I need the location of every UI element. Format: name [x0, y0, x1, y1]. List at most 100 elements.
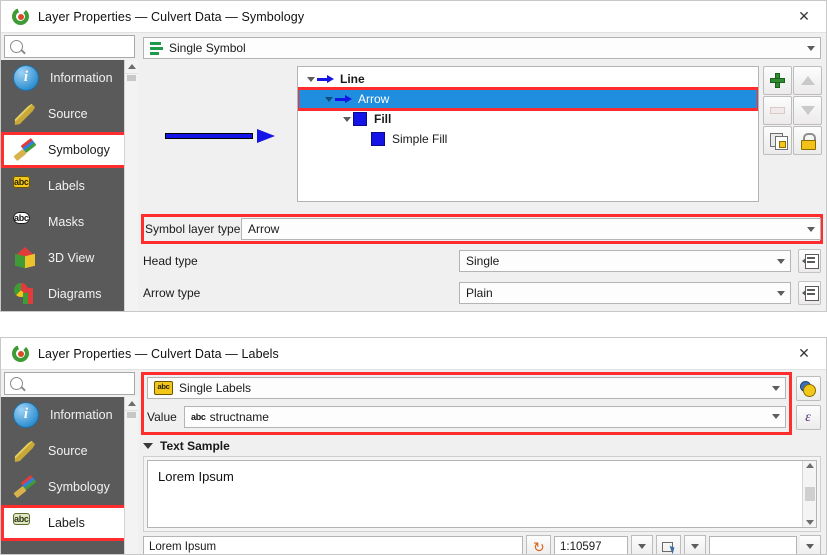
sidebar-item-masks[interactable]: abc Masks: [1, 204, 138, 240]
sidebar-scrollbar[interactable]: [124, 60, 138, 311]
sidebar-item-symbology[interactable]: Symbology: [1, 469, 138, 505]
chevron-down-icon[interactable]: [802, 219, 820, 239]
set-scale-dropdown-button[interactable]: [684, 535, 706, 554]
sidebar-item-symbology[interactable]: Symbology: [1, 132, 138, 168]
sidebar-item-information[interactable]: Information: [1, 397, 138, 433]
titlebar-labels: Layer Properties — Culvert Data — Labels…: [1, 338, 826, 370]
value-field-value: structname: [209, 409, 269, 424]
labeling-mode-combo[interactable]: abc Single Labels: [147, 377, 786, 399]
scrollbar-thumb[interactable]: [804, 487, 815, 501]
sidebar-item-labels[interactable]: abc Labels: [1, 168, 138, 204]
chevron-down-icon[interactable]: [772, 251, 790, 271]
table-row[interactable]: Line: [298, 69, 758, 89]
revert-button[interactable]: ↺: [526, 535, 551, 554]
data-defined-override-icon: [802, 254, 819, 269]
set-scale-from-map-button[interactable]: [656, 535, 681, 554]
scrollbar-thumb[interactable]: [127, 412, 136, 418]
symbol-layer-type-combo[interactable]: Arrow: [241, 218, 821, 240]
text-sample-area[interactable]: Lorem Ipsum: [147, 460, 817, 528]
scale-value: 1:10597: [560, 540, 602, 553]
arrow-type-value: Plain: [466, 286, 493, 300]
sidebar-item-diagrams[interactable]: Diagrams: [1, 276, 138, 311]
chevron-down-icon: [638, 544, 646, 549]
sidebar-item-label: Information: [50, 71, 113, 85]
symbol-layer-toolbar: [763, 66, 822, 206]
scroll-up-icon[interactable]: [125, 397, 138, 411]
scale-dropdown-button[interactable]: [631, 535, 653, 554]
value-row: Value abc structname: [147, 405, 786, 428]
sidebar-item-information[interactable]: Information: [1, 60, 138, 96]
chevron-down-icon: [691, 544, 699, 549]
remove-symbol-layer-button[interactable]: [763, 96, 792, 125]
symbology-main-pane: Single Symbol Line Arrow Fill Simple Fil…: [138, 33, 826, 311]
expand-triangle-icon[interactable]: [322, 96, 335, 102]
duplicate-icon: [769, 133, 788, 150]
sidebar-item-source[interactable]: Source: [1, 96, 138, 132]
label-settings-button[interactable]: [795, 376, 821, 401]
close-icon[interactable]: ✕: [782, 1, 826, 32]
sidebar-item-label: Diagrams: [48, 287, 102, 301]
sidebar-nav-list: Information Source Symbology abc Labels: [1, 60, 138, 311]
labels-abc-icon: abc: [154, 381, 173, 395]
chevron-down-icon[interactable]: [772, 283, 790, 303]
window-title: Layer Properties — Culvert Data — Labels: [38, 346, 279, 361]
text-sample-scrollbar[interactable]: [802, 461, 816, 527]
head-type-combo[interactable]: Single: [459, 250, 791, 272]
duplicate-button[interactable]: [763, 126, 792, 155]
table-row[interactable]: Arrow: [298, 87, 758, 111]
symbol-layer-type-label: Symbol layer type: [145, 222, 241, 236]
lock-icon: [800, 133, 816, 150]
qgis-logo-icon: [12, 8, 29, 25]
extra-combo-dropdown-button[interactable]: [800, 535, 821, 554]
sidebar-scrollbar[interactable]: [124, 397, 138, 554]
sidebar-item-labels[interactable]: abc Labels: [1, 505, 138, 541]
expand-triangle-icon[interactable]: [304, 76, 317, 82]
info-icon: [13, 402, 39, 428]
labels-settings-group: abc Single Labels Value abc structname: [141, 372, 792, 435]
search-box[interactable]: [4, 35, 185, 58]
masks-abc-icon: abc: [13, 212, 30, 224]
layer-properties-labels-window: Layer Properties — Culvert Data — Labels…: [0, 337, 827, 555]
arrow-type-data-defined-override-button[interactable]: [798, 281, 821, 305]
sidebar-item-3d-view[interactable]: 3D View: [1, 240, 138, 276]
arrow-type-label: Arrow type: [143, 286, 201, 300]
close-icon[interactable]: ✕: [782, 338, 826, 369]
sidebar-item-source[interactable]: Source: [1, 433, 138, 469]
head-type-data-defined-override-button[interactable]: [798, 249, 821, 273]
table-row[interactable]: Fill: [298, 109, 758, 129]
arrow-type-combo[interactable]: Plain: [459, 282, 791, 304]
text-sample-section-header[interactable]: Text Sample: [143, 436, 821, 456]
qgis-logo-icon: [12, 345, 29, 362]
value-label: Value: [147, 409, 177, 424]
symbol-preview: [143, 66, 297, 206]
expression-button[interactable]: ε: [795, 405, 821, 430]
symbol-layer-tree[interactable]: Line Arrow Fill Simple Fill: [297, 66, 759, 202]
chevron-down-icon[interactable]: [767, 378, 785, 398]
plus-icon: [770, 73, 785, 88]
labeling-mode-value: Single Labels: [179, 381, 252, 395]
move-down-button[interactable]: [793, 96, 822, 125]
sample-text-input[interactable]: Lorem Ipsum: [143, 536, 523, 554]
scrollbar-thumb[interactable]: [127, 75, 136, 81]
add-symbol-layer-button[interactable]: [763, 66, 792, 95]
renderer-combo[interactable]: Single Symbol: [143, 37, 821, 59]
chevron-down-icon[interactable]: [143, 443, 153, 449]
search-box[interactable]: [4, 372, 185, 395]
expand-triangle-icon[interactable]: [340, 116, 353, 122]
chevron-down-icon[interactable]: [767, 407, 785, 427]
labels-abc-icon: abc: [13, 513, 30, 525]
chevron-down-icon[interactable]: [802, 38, 820, 58]
scroll-down-icon[interactable]: [805, 520, 814, 525]
scale-combo[interactable]: 1:10597: [554, 536, 628, 554]
scroll-up-icon[interactable]: [805, 463, 814, 468]
table-row[interactable]: Simple Fill: [298, 129, 758, 149]
value-field-combo[interactable]: abc structname: [184, 405, 786, 428]
move-up-button[interactable]: [793, 66, 822, 95]
scroll-up-icon[interactable]: [125, 60, 138, 74]
labels-main-pane: abc Single Labels Value abc structname ε…: [138, 370, 826, 554]
extra-combo[interactable]: [709, 536, 797, 554]
source-icon: [14, 103, 36, 126]
sidebar-item-label: Symbology: [48, 143, 110, 157]
lock-button[interactable]: [793, 126, 822, 155]
data-defined-override-icon: [802, 286, 819, 301]
